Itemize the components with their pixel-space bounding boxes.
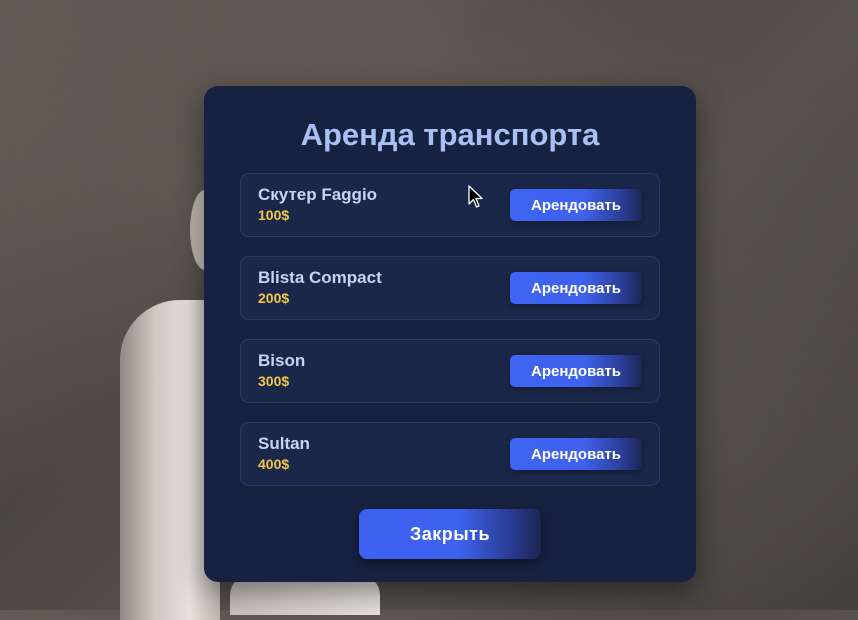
vehicle-card-faggio: Скутер Faggio 100$ Арендовать — [240, 173, 660, 237]
vehicle-name: Скутер Faggio — [258, 185, 378, 204]
mouse-pointer-icon — [468, 185, 483, 208]
vehicle-name: Bison — [258, 351, 306, 370]
vehicle-name: Sultan — [258, 434, 310, 453]
rent-button-faggio[interactable]: Арендовать — [510, 189, 642, 221]
dialog-title: Аренда транспорта — [300, 117, 600, 152]
vehicle-price: 200$ — [258, 290, 290, 306]
vehicle-rental-dialog: Аренда транспорта Скутер Faggio 100$ Аре… — [204, 86, 696, 582]
rent-button-bison[interactable]: Арендовать — [510, 355, 642, 387]
vehicle-price: 400$ — [258, 456, 290, 472]
close-button[interactable]: Закрыть — [359, 509, 541, 559]
vehicle-card-blista-compact: Blista Compact 200$ Арендовать — [240, 256, 660, 320]
vehicle-price: 300$ — [258, 373, 290, 389]
vehicle-card-bison: Bison 300$ Арендовать — [240, 339, 660, 403]
vehicle-card-sultan: Sultan 400$ Арендовать — [240, 422, 660, 486]
vehicle-price: 100$ — [258, 207, 290, 223]
rent-button-sultan[interactable]: Арендовать — [510, 438, 642, 470]
vehicle-name: Blista Compact — [258, 268, 382, 287]
rent-button-blista-compact[interactable]: Арендовать — [510, 272, 642, 304]
